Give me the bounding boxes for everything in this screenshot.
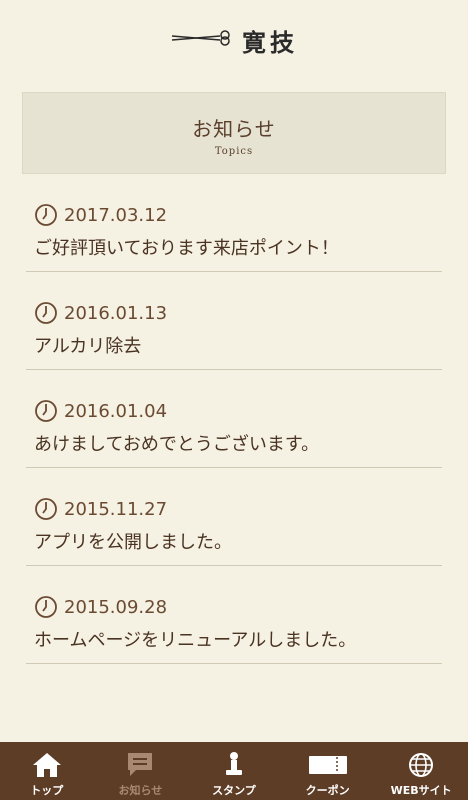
tab-coupon[interactable]: クーポン [281,742,374,800]
tab-label: クーポン [305,784,350,797]
topic-item[interactable]: 2015.11.27 アプリを公開しました。 [26,468,442,566]
clock-icon [34,497,58,521]
app-header: 寛技 [0,0,468,80]
topic-date: 2016.01.04 [64,400,168,422]
logo-text: 寛技 [242,27,298,57]
topic-item[interactable]: 2016.01.13 アルカリ除去 [26,272,442,370]
tab-label: トップ [30,784,64,797]
globe-icon [406,750,436,780]
message-icon [125,750,155,780]
tab-website[interactable]: WEBサイト [375,742,468,800]
topic-date: 2016.01.13 [64,302,168,324]
topic-title: アプリを公開しました。 [34,532,232,553]
topic-date: 2015.09.28 [64,596,168,618]
clock-icon [34,399,58,423]
section-header: お知らせ Topics [22,92,446,174]
tab-bar: トップ お知らせ スタンプ クーポン WEBサイト [0,742,468,800]
app-logo: 寛技 [170,23,298,58]
clock-icon [34,595,58,619]
topic-date: 2017.03.12 [64,204,168,226]
topic-date: 2015.11.27 [64,498,168,520]
clock-icon [34,301,58,325]
tab-stamp[interactable]: スタンプ [187,742,280,800]
clock-icon [34,203,58,227]
section-subtitle: Topics [214,146,254,157]
tab-top[interactable]: トップ [0,742,93,800]
topic-list: 2017.03.12 ご好評頂いております来店ポイント！ 2016.01.13 … [26,174,442,664]
topic-item[interactable]: 2016.01.04 あけましておめでとうございます。 [26,370,442,468]
tab-label: お知らせ [118,784,163,797]
topic-item[interactable]: 2017.03.12 ご好評頂いております来店ポイント！ [26,174,442,272]
topic-item[interactable]: 2015.09.28 ホームページをリニューアルしました。 [26,566,442,664]
stamp-icon [219,750,249,780]
ticket-icon [308,750,348,780]
tab-news[interactable]: お知らせ [94,742,187,800]
topic-title: ご好評頂いております来店ポイント！ [34,238,339,259]
home-icon [32,750,62,780]
tab-label: WEBサイト [390,784,452,797]
tab-label: スタンプ [212,784,256,797]
topic-title: ホームページをリニューアルしました。 [34,630,357,651]
topic-title: あけましておめでとうございます。 [34,434,320,455]
scissors-icon [170,29,234,51]
section-title: お知らせ [192,117,276,141]
topic-title: アルカリ除去 [34,336,142,357]
